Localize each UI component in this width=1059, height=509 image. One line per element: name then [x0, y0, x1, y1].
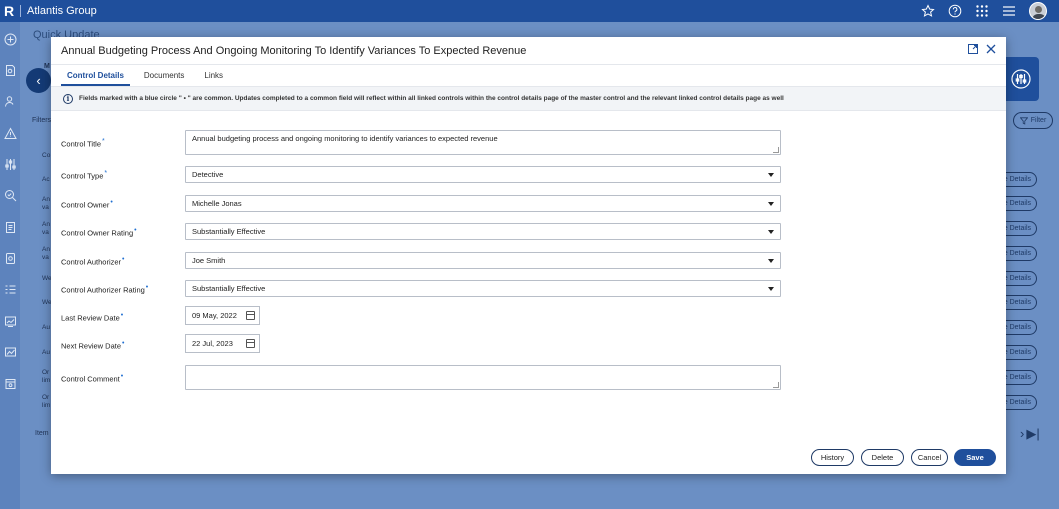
- notice-text: Fields marked with a blue circle " • " a…: [79, 95, 784, 102]
- next-review-date-label: Next Review Date•: [61, 340, 125, 351]
- calendar-icon[interactable]: [246, 311, 255, 320]
- analytics-icon[interactable]: [3, 345, 17, 359]
- background-row-text: Au: [42, 324, 50, 331]
- control-comment-field[interactable]: [185, 365, 781, 390]
- back-button[interactable]: ‹: [26, 68, 51, 93]
- control-details-modal: Annual Budgeting Process And Ongoing Mon…: [51, 37, 1006, 474]
- common-fields-notice: i Fields marked with a blue circle " • "…: [51, 87, 1006, 111]
- calendar-icon[interactable]: [246, 339, 255, 348]
- control-title-value: Annual budgeting process and ongoing mon…: [192, 134, 498, 143]
- control-owner-rating-select[interactable]: Substantially Effective: [185, 223, 781, 240]
- chevron-down-icon: [768, 201, 774, 206]
- resize-handle[interactable]: [773, 147, 779, 153]
- user-avatar[interactable]: [1029, 2, 1047, 20]
- dashboard-icon[interactable]: [3, 314, 17, 328]
- tab-documents[interactable]: Documents: [138, 71, 190, 86]
- expand-icon[interactable]: [968, 44, 978, 56]
- background-row-text: Or lim: [42, 394, 51, 409]
- modal-tabs: Control Details Documents Links: [51, 65, 1006, 87]
- control-type-label: Control Type*: [61, 170, 108, 181]
- control-authorizer-value: Joe Smith: [192, 256, 226, 265]
- control-owner-select[interactable]: Michelle Jonas: [185, 195, 781, 212]
- top-bar: R Atlantis Group: [0, 0, 1059, 22]
- info-icon: i: [63, 93, 73, 104]
- cancel-button[interactable]: Cancel: [911, 449, 948, 466]
- control-settings-tile[interactable]: [1002, 57, 1039, 101]
- add-icon[interactable]: [3, 32, 17, 46]
- control-comment-label: Control Comment•: [61, 373, 124, 384]
- background-row-text: An va: [42, 221, 50, 236]
- background-table-header: Co: [42, 152, 51, 159]
- modal-header: Annual Budgeting Process And Ongoing Mon…: [51, 37, 1006, 65]
- close-icon[interactable]: [986, 44, 996, 56]
- history-button[interactable]: History: [811, 449, 854, 466]
- chevron-down-icon: [768, 229, 774, 234]
- app-logo[interactable]: R: [4, 3, 16, 19]
- background-row-text: An va: [42, 246, 50, 261]
- star-icon[interactable]: [921, 4, 935, 18]
- last-review-date-value: 09 May, 2022: [192, 311, 237, 320]
- background-items-label: Item: [35, 430, 49, 437]
- save-button[interactable]: Save: [954, 449, 996, 466]
- control-authorizer-rating-value: Substantially Effective: [192, 284, 266, 293]
- sliders-icon: [1010, 69, 1031, 89]
- next-review-date-value: 22 Jul, 2023: [192, 339, 233, 348]
- calendar-settings-icon[interactable]: [3, 376, 17, 390]
- control-title-field[interactable]: Annual budgeting process and ongoing mon…: [185, 130, 781, 155]
- help-icon[interactable]: [948, 4, 962, 18]
- audit-icon[interactable]: [3, 251, 17, 265]
- last-review-date-label: Last Review Date•: [61, 312, 124, 323]
- control-type-select[interactable]: Detective: [185, 166, 781, 183]
- control-authorizer-label: Control Authorizer•: [61, 256, 125, 267]
- chevron-left-icon: ‹: [36, 73, 41, 88]
- control-authorizer-rating-label: Control Authorizer Rating•: [61, 284, 149, 295]
- resize-handle[interactable]: [773, 382, 779, 388]
- user-settings-icon[interactable]: [3, 94, 17, 108]
- filter-icon: [1019, 116, 1028, 125]
- app-title: Atlantis Group: [27, 5, 97, 17]
- sliders-icon[interactable]: [3, 157, 17, 171]
- pagination: › ▶|: [1020, 426, 1040, 442]
- chevron-down-icon: [768, 172, 774, 177]
- background-row-text: Ac: [42, 176, 50, 183]
- control-owner-rating-label: Control Owner Rating•: [61, 227, 137, 238]
- report-icon[interactable]: [3, 220, 17, 234]
- last-page-icon[interactable]: ▶|: [1026, 426, 1039, 442]
- next-review-date-picker[interactable]: 22 Jul, 2023: [185, 334, 260, 353]
- next-page-icon[interactable]: ›: [1020, 426, 1024, 442]
- last-review-date-picker[interactable]: 09 May, 2022: [185, 306, 260, 325]
- background-section-letter: M: [44, 63, 50, 70]
- control-title-label: Control Title*: [61, 138, 105, 149]
- control-owner-value: Michelle Jonas: [192, 199, 242, 208]
- control-owner-label: Control Owner•: [61, 199, 113, 210]
- document-search-icon[interactable]: [3, 63, 17, 77]
- control-authorizer-select[interactable]: Joe Smith: [185, 252, 781, 269]
- control-type-value: Detective: [192, 170, 224, 179]
- modal-title: Annual Budgeting Process And Ongoing Mon…: [61, 44, 527, 57]
- left-rail: [0, 22, 20, 509]
- apps-grid-icon[interactable]: [975, 4, 989, 18]
- background-row-text: Au: [42, 349, 50, 356]
- delete-button[interactable]: Delete: [861, 449, 904, 466]
- task-list-icon[interactable]: [3, 282, 17, 296]
- chevron-down-icon: [768, 286, 774, 291]
- background-row-text: An va: [42, 196, 50, 211]
- tab-control-details[interactable]: Control Details: [61, 71, 130, 86]
- logo-divider: [20, 5, 21, 17]
- filter-button[interactable]: Filter: [1013, 112, 1053, 129]
- chevron-down-icon: [768, 258, 774, 263]
- menu-icon[interactable]: [1002, 4, 1016, 18]
- warning-icon[interactable]: [3, 126, 17, 140]
- tab-links[interactable]: Links: [198, 71, 229, 86]
- magnifier-check-icon[interactable]: [3, 188, 17, 202]
- control-owner-rating-value: Substantially Effective: [192, 227, 266, 236]
- background-row-text: Or lim: [42, 369, 51, 384]
- control-authorizer-rating-select[interactable]: Substantially Effective: [185, 280, 781, 297]
- background-filters-label: Filters: [32, 117, 52, 124]
- filter-button-label: Filter: [1030, 117, 1047, 124]
